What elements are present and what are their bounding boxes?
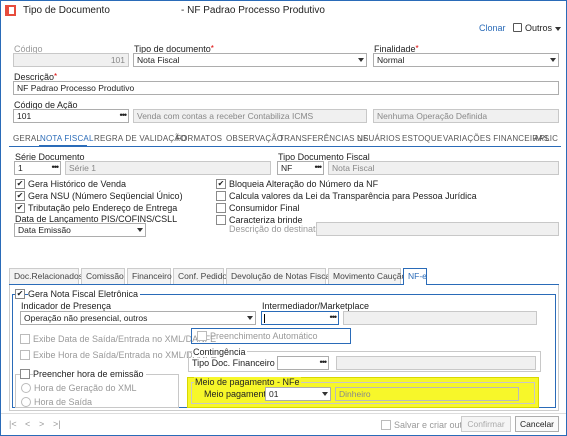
tipo-fiscal-field[interactable]: NF ••• <box>277 161 324 175</box>
text-cursor <box>264 314 265 323</box>
tipo-doc-select[interactable]: Nota Fiscal <box>133 53 367 67</box>
subtab-nfe[interactable]: NF-e <box>403 268 427 285</box>
destinatario-field <box>316 222 559 236</box>
exibe-data-checkbox[interactable] <box>20 334 30 344</box>
calcula-label: Calcula valores da Lei da Transparência … <box>229 191 477 201</box>
subtab-conf-pedido[interactable]: Conf. Pedido <box>173 268 227 284</box>
salvar-criar-label: Salvar e criar outro <box>394 420 471 430</box>
intermediador-desc-field <box>343 311 537 325</box>
tributacao-checkbox[interactable]: ✔ <box>15 203 25 213</box>
indicador-label: Indicador de Presença <box>21 301 112 311</box>
gera-nfe-checkbox[interactable]: ✔ <box>15 289 25 299</box>
intermediador-label: Intermediador/Marketplace <box>262 301 370 311</box>
operacao-desc-field: Nenhuma Operação Definida <box>373 109 559 123</box>
hora-geracao-label: Hora de Geração do XML <box>34 383 137 393</box>
contingencia-label: Contingência <box>192 347 247 357</box>
subtab-doc-relacionados[interactable]: Doc.Relacionados <box>9 268 83 284</box>
clone-button[interactable]: Clonar <box>479 23 506 33</box>
preencher-hora-label: Preencher hora de emissão <box>33 369 146 379</box>
subtab-devolucao[interactable]: Devolução de Notas Fiscais <box>226 268 336 284</box>
tab-observacao[interactable]: OBSERVAÇÃO <box>226 134 283 143</box>
tipo-doc-fin-desc-field <box>336 356 536 370</box>
subtab-movimento-caucao[interactable]: Movimento Caução <box>328 268 406 284</box>
prev-record-icon[interactable]: < <box>25 419 30 429</box>
tab-formatos[interactable]: FORMATOS <box>176 134 222 143</box>
bloqueia-checkbox[interactable]: ✔ <box>216 179 226 189</box>
gera-historico-label: Gera Histórico de Venda <box>28 179 127 189</box>
bloqueia-label: Bloqueia Alteração do Número da NF <box>229 179 379 189</box>
exibe-data-label: Exibe Data de Saída/Entrada no XML/DANFE <box>33 334 217 344</box>
tab-nota-fiscal[interactable]: NOTA FISCAL <box>40 134 94 143</box>
serie-field[interactable]: 1 ••• <box>14 161 61 175</box>
more-icon[interactable] <box>513 23 522 32</box>
tab-transferencias[interactable]: TRANSFERÊNCIAS NF <box>279 134 368 143</box>
tributacao-label: Tributação pelo Endereço de Entrega <box>28 203 178 213</box>
cancelar-button[interactable]: Cancelar <box>515 416 559 432</box>
confirmar-button[interactable]: Confirmar <box>461 416 511 432</box>
indicador-select[interactable]: Operação não presencial, outros <box>20 311 256 325</box>
consumidor-label: Consumidor Final <box>229 203 300 213</box>
meio-select[interactable]: 01 <box>265 387 331 401</box>
document-type-window: Tipo de Documento - NF Padrao Processo P… <box>0 0 567 436</box>
calcula-checkbox[interactable] <box>216 191 226 201</box>
meio-label: Meio pagamento <box>204 389 272 399</box>
footer: |< < > >| Salvar e criar outro Confirmar… <box>1 413 566 435</box>
descricao-field[interactable]: NF Padrao Processo Produtivo <box>13 81 559 95</box>
tab-regra-validacao[interactable]: REGRA DE VALIDAÇÃO <box>94 134 186 143</box>
codigo-field: 101 <box>13 53 129 67</box>
tipo-doc-fin-field[interactable]: ••• <box>277 356 329 370</box>
brinde-checkbox[interactable] <box>216 215 226 225</box>
preench-auto-checkbox[interactable] <box>197 331 207 341</box>
hora-saida-radio[interactable] <box>21 397 31 407</box>
meio-desc-field: Dinheiro <box>335 387 519 401</box>
tipo-fiscal-desc-field: Nota Fiscal <box>328 161 559 175</box>
exibe-hora-checkbox[interactable] <box>20 350 30 360</box>
subtab-financeiro[interactable]: Financeiro <box>127 268 172 284</box>
consumidor-checkbox[interactable] <box>216 203 226 213</box>
hora-saida-label: Hora de Saída <box>34 397 93 407</box>
gera-nsu-label: Gera NSU (Número Seqüencial Único) <box>28 191 183 201</box>
gera-nsu-checkbox[interactable]: ✔ <box>15 191 25 201</box>
app-icon-inner <box>9 7 14 14</box>
meio-group-label: Meio de pagamento - NFe <box>194 377 301 387</box>
window-title: Tipo de Documento <box>23 5 110 16</box>
last-record-icon[interactable]: >| <box>53 419 61 429</box>
hora-geracao-radio[interactable] <box>21 383 31 393</box>
finalidade-select[interactable]: Normal <box>373 53 559 67</box>
codigo-acao-field[interactable]: 101 ••• <box>13 109 129 123</box>
data-lanc-select[interactable]: Data Emissão <box>14 223 146 237</box>
first-record-icon[interactable]: |< <box>9 419 17 429</box>
gera-historico-checkbox[interactable]: ✔ <box>15 179 25 189</box>
next-record-icon[interactable]: > <box>39 419 44 429</box>
preencher-hora-checkbox[interactable] <box>20 369 30 379</box>
tab-geral[interactable]: GERAL <box>13 134 41 143</box>
tab-estoque[interactable]: ESTOQUE <box>402 134 442 143</box>
subtab-comissao[interactable]: Comissão <box>81 268 125 284</box>
acao-desc-field: Venda com contas a receber Contabiliza I… <box>133 109 367 123</box>
gera-nfe-label: Gera Nota Fiscal Eletrônica <box>28 289 141 299</box>
tab-aplic[interactable]: APLIC <box>534 134 558 143</box>
salvar-criar-checkbox[interactable] <box>381 420 391 430</box>
title-bar: Tipo de Documento - NF Padrao Processo P… <box>1 1 566 33</box>
tab-usuarios[interactable]: USUÁRIOS <box>357 134 400 143</box>
serie-desc-field: Série 1 <box>65 161 271 175</box>
tipo-doc-fin-label: Tipo Doc. Financeiro <box>192 358 275 368</box>
chevron-down-icon[interactable] <box>555 27 561 31</box>
more-button[interactable]: Outros <box>525 23 552 33</box>
preench-auto-label: Preenchimento Automático <box>210 331 318 341</box>
intermediador-field[interactable]: ••• <box>261 311 339 325</box>
main-tabs: GERAL NOTA FISCAL REGRA DE VALIDAÇÃO FOR… <box>9 133 561 147</box>
tab-nota-fiscal-underline <box>39 145 87 147</box>
window-subtitle: - NF Padrao Processo Produtivo <box>181 5 325 16</box>
